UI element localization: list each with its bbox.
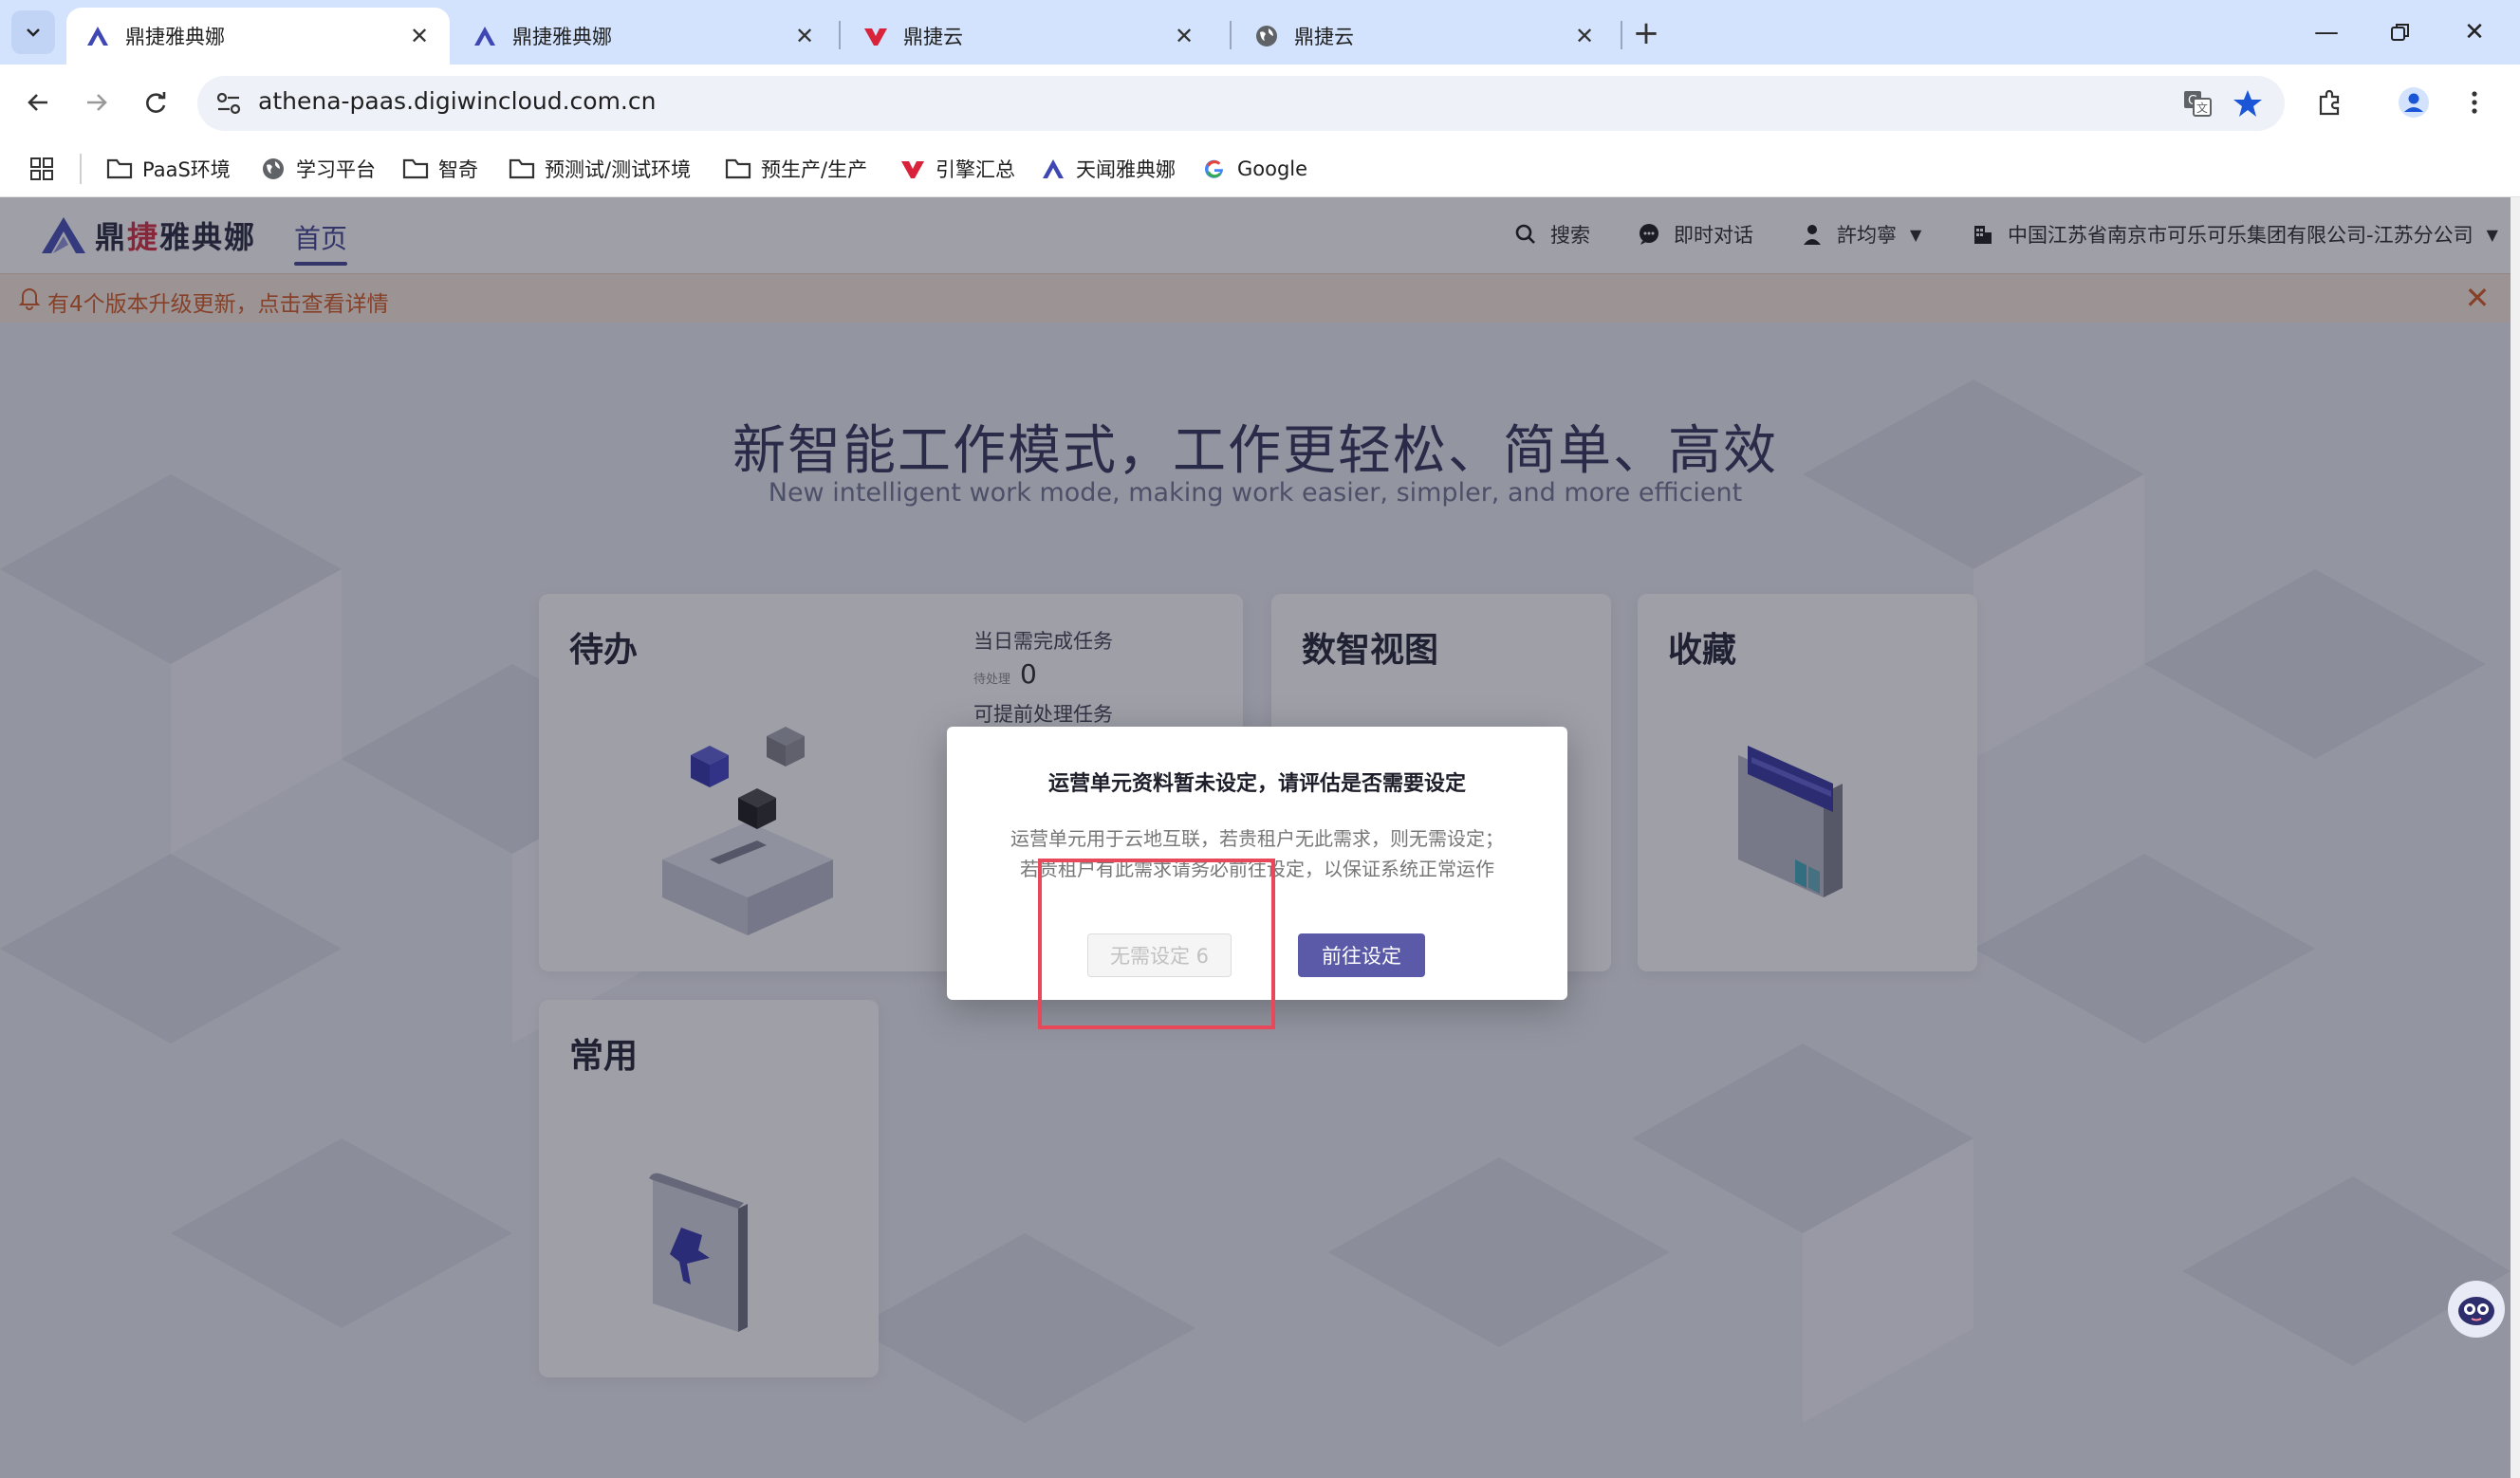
bookmark-pretest[interactable]: 预测试/测试环境 (509, 152, 691, 186)
reload-button[interactable] (133, 80, 178, 125)
bookmark-label: PaaS环境 (142, 158, 231, 181)
close-tab-icon[interactable]: ✕ (1171, 23, 1197, 49)
bookmark-learning[interactable]: 学习平台 (260, 152, 376, 186)
tab-title: 鼎捷云 (903, 26, 963, 48)
browser-toolbar: athena-paas.digiwincloud.com.cn G文 (0, 65, 2520, 140)
bookmark-engines[interactable]: 引擎汇总 (899, 152, 1015, 186)
tab-athena-1[interactable]: 鼎捷雅典娜 ✕ (66, 8, 450, 65)
browser-menu-button[interactable] (2454, 82, 2495, 123)
tab-digiwin-cloud-1[interactable]: 鼎捷云 ✕ (844, 8, 1214, 65)
arrow-right-icon (87, 94, 107, 111)
tab-separator (1230, 21, 1232, 49)
site-settings-icon[interactable] (214, 89, 243, 118)
more-vert-icon (2472, 91, 2477, 114)
svg-text:文: 文 (2196, 101, 2208, 115)
address-bar[interactable]: athena-paas.digiwincloud.com.cn G文 (197, 76, 2285, 131)
browser-chrome: 鼎捷雅典娜 ✕ 鼎捷雅典娜 ✕ 鼎捷云 ✕ 鼎捷云 ✕ + — ✕ athena… (0, 0, 2520, 197)
google-icon (1201, 156, 1228, 182)
dialog-title: 运营单元资料暂未设定，请评估是否需要设定 (1047, 772, 1466, 796)
athena-logo-icon (471, 22, 499, 50)
translate-icon[interactable]: G文 (2182, 88, 2213, 119)
reload-icon (146, 92, 166, 113)
apps-button[interactable] (28, 152, 55, 186)
page: 鼎捷雅典娜 首页 搜索 即时对话 許均寧 ▼ 中国江苏省南京市可乐可乐集团有限公… (0, 197, 2520, 1478)
apps-grid-icon (30, 157, 53, 180)
dialog-message-line-1: 运营单元用于云地互联，若贵租户无此需求，则无需设定； (1010, 827, 1504, 850)
globe-icon (1252, 22, 1281, 50)
folder-icon (725, 156, 751, 182)
url-text: athena-paas.digiwincloud.com.cn (258, 87, 657, 115)
close-window-button[interactable]: ✕ (2446, 9, 2503, 55)
folder-icon (402, 156, 429, 182)
close-tab-icon[interactable]: ✕ (791, 23, 818, 49)
bookmark-label: 天闻雅典娜 (1076, 158, 1176, 181)
digiwin-cloud-icon (899, 156, 926, 182)
bookmark-zhiqi[interactable]: 智奇 (402, 152, 478, 186)
bookmarks-separator (80, 154, 82, 184)
close-tab-icon[interactable]: ✕ (1571, 23, 1598, 49)
arrow-left-icon (28, 94, 47, 111)
puzzle-icon (2319, 89, 2340, 116)
tab-strip: 鼎捷雅典娜 ✕ 鼎捷雅典娜 ✕ 鼎捷云 ✕ 鼎捷云 ✕ + — ✕ (0, 0, 2520, 65)
chevron-down-icon (27, 28, 40, 37)
new-tab-button[interactable]: + (1626, 13, 1666, 53)
restore-button[interactable] (2372, 9, 2429, 55)
highlight-annotation (1038, 859, 1275, 1029)
bookmark-label: 智奇 (438, 158, 478, 181)
bookmark-paas[interactable]: PaaS环境 (106, 152, 231, 186)
bookmark-label: 学习平台 (296, 158, 376, 181)
globe-icon (260, 156, 287, 182)
digiwin-cloud-icon (862, 22, 890, 50)
bookmark-preprod[interactable]: 预生产/生产 (725, 152, 867, 186)
bookmark-label: 引擎汇总 (936, 158, 1015, 181)
go-to-setup-button[interactable]: 前往设定 (1298, 933, 1425, 977)
avatar-icon (2399, 87, 2429, 118)
robot-icon (2458, 1297, 2494, 1325)
bookmark-label: 预生产/生产 (761, 158, 868, 181)
tab-title: 鼎捷雅典娜 (125, 26, 225, 48)
page-scrollbar[interactable] (2511, 197, 2520, 1478)
tab-separator (839, 21, 841, 49)
profile-button[interactable] (2393, 82, 2435, 123)
tab-title: 鼎捷雅典娜 (512, 26, 612, 48)
folder-icon (106, 156, 133, 182)
tab-digiwin-cloud-2[interactable]: 鼎捷云 ✕ (1235, 8, 1615, 65)
back-button[interactable] (15, 80, 61, 125)
tab-separator (1621, 21, 1622, 49)
athena-logo-icon (83, 22, 112, 50)
tab-search-button[interactable] (11, 10, 55, 54)
bookmark-google[interactable]: Google (1201, 152, 1307, 186)
tab-title: 鼎捷云 (1294, 26, 1354, 48)
bookmark-label: Google (1237, 157, 1308, 180)
close-tab-icon[interactable]: ✕ (406, 23, 433, 49)
minimize-button[interactable]: — (2298, 9, 2355, 55)
extensions-button[interactable] (2309, 82, 2351, 123)
bookmark-label: 预测试/测试环境 (545, 158, 692, 181)
bookmark-tianwen-athena[interactable]: 天闻雅典娜 (1040, 152, 1176, 186)
bookmark-star-icon[interactable] (2232, 87, 2264, 120)
forward-button[interactable] (74, 80, 120, 125)
restore-icon (2391, 24, 2409, 41)
athena-logo-icon (1040, 156, 1066, 182)
bookmarks-bar: PaaS环境 学习平台 智奇 预测试/测试环境 预生产/生产 引擎汇总 天闻雅典… (0, 140, 2520, 197)
tab-athena-2[interactable]: 鼎捷雅典娜 ✕ (454, 8, 835, 65)
assistant-bot-button[interactable] (2448, 1281, 2505, 1338)
folder-icon (509, 156, 535, 182)
